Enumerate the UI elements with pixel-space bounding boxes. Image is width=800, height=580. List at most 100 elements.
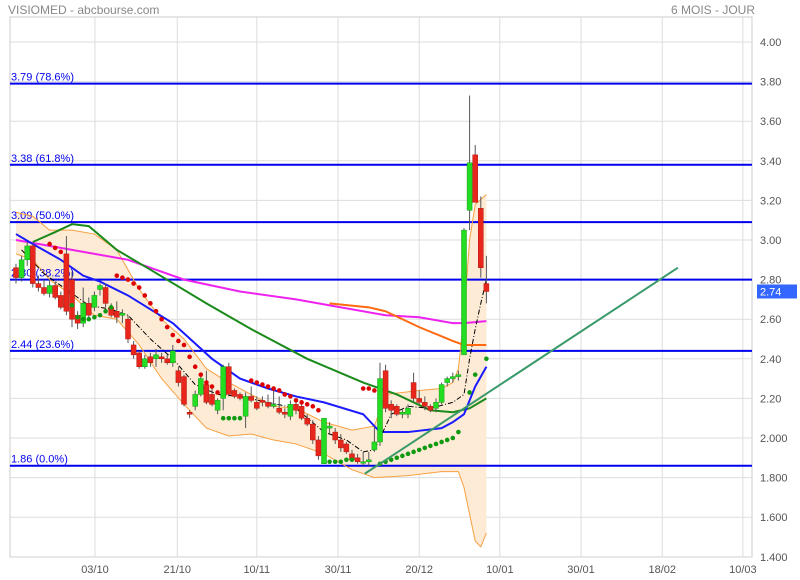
- candle-body-up: [321, 417, 327, 464]
- sar-dot-red: [372, 388, 377, 393]
- candle-body-down: [86, 303, 92, 316]
- candle-body-up: [405, 408, 411, 415]
- sar-dot-red: [271, 386, 276, 391]
- sar-dot-red: [131, 281, 136, 286]
- candle-body-down: [52, 285, 58, 298]
- sar-dot-red: [176, 338, 181, 344]
- candle-body-down: [265, 402, 271, 407]
- candle-body-up: [198, 378, 204, 395]
- candlestick: [18, 255, 25, 282]
- sar-dot-green: [226, 415, 232, 421]
- candle-body-down: [282, 412, 288, 415]
- sar-dot-green: [472, 372, 478, 377]
- sar-dot-green: [411, 449, 416, 455]
- y-tick-label: 4.00: [760, 37, 781, 49]
- sar-dot-red: [209, 384, 215, 389]
- sar-dot-green: [344, 457, 349, 463]
- x-tick-label: 30/11: [325, 564, 352, 576]
- candle-body-up: [377, 378, 383, 443]
- y-tick-label: 2.60: [760, 314, 781, 326]
- candle-body-up: [466, 162, 473, 211]
- y-tick-label: 3.20: [760, 195, 781, 207]
- sar-dot-red: [198, 372, 204, 377]
- y-tick-label: 2.000: [760, 433, 788, 445]
- candle-body-down: [416, 398, 422, 403]
- sar-dot-green: [400, 453, 405, 459]
- y-tick-label: 3.00: [760, 235, 781, 247]
- sar-dot-green: [349, 457, 355, 463]
- candle-body-up: [438, 384, 445, 403]
- x-tick-label: 03/10: [81, 564, 109, 576]
- candle-body-down: [472, 154, 478, 203]
- y-tick-label: 3.80: [760, 77, 781, 89]
- candlestick: [343, 441, 350, 454]
- sar-dot-green: [484, 356, 489, 362]
- sar-dot-red: [276, 388, 282, 393]
- sar-dot-red: [125, 277, 131, 282]
- sar-dot-red: [164, 324, 170, 330]
- sar-dot-red: [360, 386, 366, 391]
- candle-body-down: [254, 402, 260, 409]
- sar-dot-green: [338, 459, 344, 465]
- candle-body-down: [382, 370, 389, 409]
- sar-dot-green: [86, 316, 92, 322]
- sar-dot-red: [120, 275, 125, 280]
- candle-body-up: [455, 374, 462, 377]
- candlestick: [438, 382, 445, 405]
- x-tick-label: 20/12: [405, 564, 433, 576]
- candle-body-down: [298, 406, 305, 419]
- candlestick: [181, 374, 187, 407]
- sar-dot-red: [310, 404, 316, 409]
- x-tick-label: 10/01: [486, 564, 514, 576]
- candle-body-down: [343, 443, 350, 453]
- candle-body-up: [433, 402, 439, 409]
- sar-dot-green: [80, 316, 86, 322]
- sar-dot-green: [444, 437, 450, 443]
- candle-body-down: [175, 370, 182, 383]
- candle-body-down: [147, 356, 154, 364]
- y-tick-label: 2.20: [760, 393, 781, 405]
- candle-body-down: [102, 287, 109, 304]
- candle-body-up: [91, 295, 98, 308]
- candle-body-down: [136, 352, 142, 367]
- y-tick-label: 1.400: [760, 552, 788, 564]
- candle-body-down: [293, 404, 299, 411]
- candle-body-down: [259, 400, 266, 403]
- sar-dot-red: [265, 384, 271, 389]
- sar-dot-red: [288, 394, 293, 399]
- sar-dot-green: [439, 439, 444, 445]
- last-price-label: 2.74: [760, 286, 781, 298]
- sar-dot-red: [248, 378, 254, 383]
- candle-body-down: [203, 384, 210, 403]
- candle-body-up: [220, 366, 226, 399]
- sar-dot-red: [254, 380, 260, 385]
- sar-dot-green: [405, 451, 411, 457]
- sar-dot-green: [75, 314, 80, 320]
- fibonacci-label: 3.38 (61.8%): [11, 153, 74, 165]
- candle-body-down: [394, 406, 400, 415]
- y-tick-label: 1.800: [760, 473, 788, 485]
- sar-dot-red: [47, 241, 52, 247]
- sar-dot-green: [456, 429, 461, 435]
- sar-dot-green: [416, 447, 422, 453]
- x-tick-label: 21/10: [164, 564, 192, 576]
- candle-body-down: [186, 412, 193, 415]
- candle-body-up: [142, 358, 148, 367]
- candle-body-up: [399, 412, 406, 415]
- candlestick: [321, 417, 327, 464]
- sar-dot-green: [327, 459, 332, 465]
- candlestick: [382, 364, 389, 413]
- y-tick-label: 3.40: [760, 156, 781, 168]
- fibonacci-label: 2.44 (23.6%): [11, 339, 74, 351]
- candle-body-up: [366, 459, 372, 463]
- candle-body-up: [119, 313, 126, 316]
- x-tick-label: 10/11: [243, 564, 270, 576]
- sar-dot-red: [159, 316, 164, 322]
- sar-dot-green: [433, 441, 439, 447]
- sar-dot-red: [192, 364, 198, 370]
- y-tick-label: 1.600: [760, 512, 788, 524]
- candle-body-up: [287, 404, 294, 417]
- candle-body-down: [332, 431, 338, 441]
- candle-body-up: [450, 376, 456, 379]
- candle-body-down: [237, 394, 243, 399]
